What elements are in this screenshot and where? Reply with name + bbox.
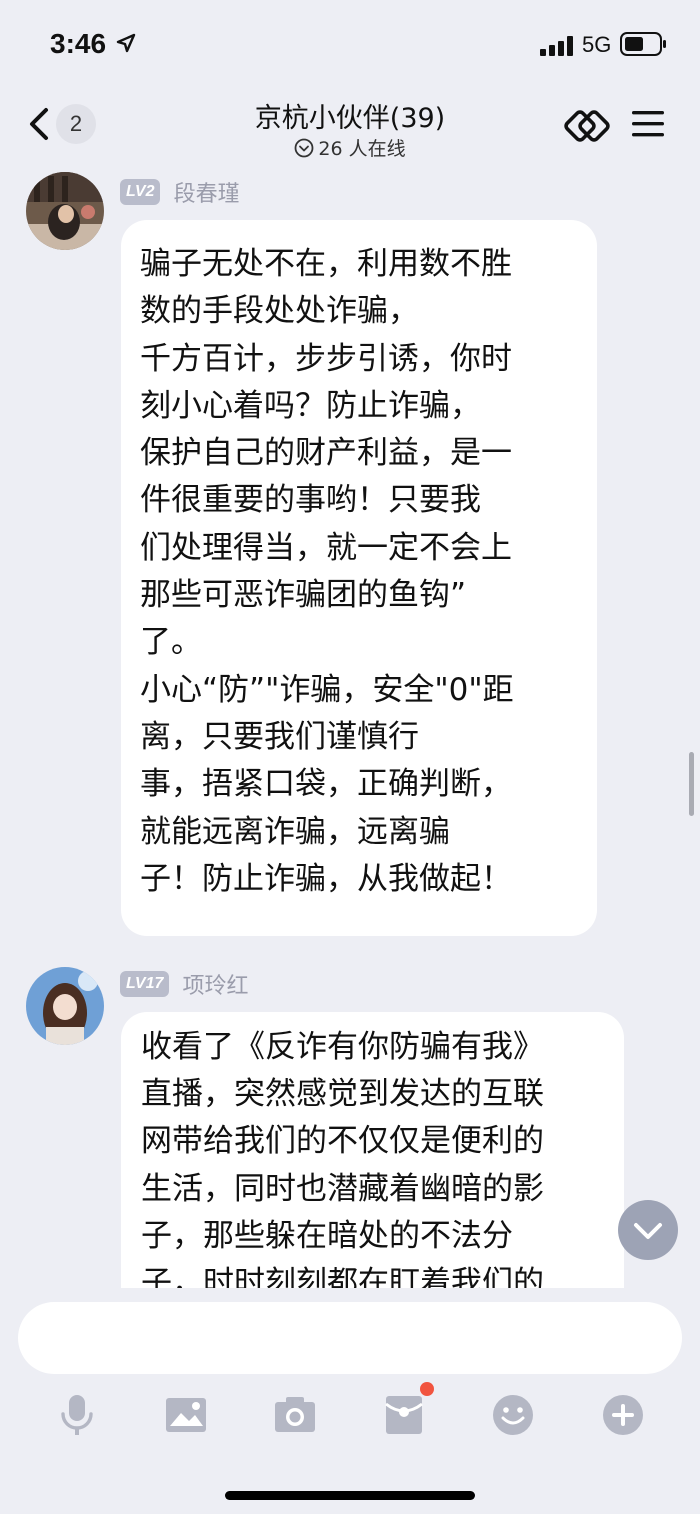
message-line: 事，捂紧口袋，正确判断， [140,766,512,803]
sender-info: LV2 段春瑾 [120,176,240,207]
message-line: 骗子无处不在，利用数不胜 [140,246,512,282]
home-indicator [225,1491,475,1500]
chevron-down-circle-icon [294,138,314,158]
sender-name[interactable]: 项玲红 [182,968,248,1000]
message-line: 网带给我们的不仅仅是便利的 [141,1123,544,1160]
message-line: 保护自己的财产利益，是一 [140,435,512,472]
sender-info: LV17 项玲红 [120,968,248,999]
message-clip: 收看了《反诈有你防骗有我》 直播，突然感觉到发达的互联 网带给我们的不仅仅是便利的生… [121,1012,624,1288]
message-line: 件很重要的事哟！只要我 [140,482,481,519]
chat-header: 2 京杭小伙伴(39) 26 人在线 [0,90,700,164]
battery-icon [620,32,666,56]
message-line: 离，只要我们谨慎行 [140,718,419,755]
input-area [0,1288,700,1514]
message-line: 子，那些躲在暗处的不法分 [141,1217,513,1254]
message-line: 了。 [140,624,202,661]
message-line: 数的手段处处诈骗， [140,293,419,330]
status-time: 3:46 [50,28,107,59]
level-badge: LV17 [120,971,170,997]
avatar[interactable] [26,967,104,1045]
online-count[interactable]: 26 人在线 [200,134,500,161]
avatar[interactable] [26,172,104,250]
camera-icon[interactable] [272,1392,318,1438]
message-text: 骗子无处不在，利用数不胜 数的手段处处诈骗， 千方百计，步步引诱，你时 刻小心着吗？防… [140,241,514,903]
message-line: 收看了《反诈有你防骗有我》 [141,1029,544,1065]
signal-icon [540,36,573,56]
network-type: 5G [582,32,612,57]
level-badge: LV2 [120,179,161,205]
message-text: 收看了《反诈有你防骗有我》 直播，突然感觉到发达的互联 网带给我们的不仅仅是便利的生… [141,1024,544,1288]
group-title[interactable]: 京杭小伙伴(39) [200,96,500,135]
unread-count-badge[interactable]: 2 [56,104,96,144]
message-line: 子，时时刻刻都在盯着我们的 [141,1265,544,1288]
message-line: 们处理得当，就一定不会上 [140,529,512,566]
message-bubble[interactable]: 收看了《反诈有你防骗有我》 直播，突然感觉到发达的互联 网带给我们的不仅仅是便利的生… [121,1012,624,1288]
sender-name[interactable]: 段春瑾 [174,176,240,208]
message-line: 生活，同时也潜藏着幽暗的影 [141,1170,544,1207]
message-line: 千方百计，步步引诱，你时 [140,340,512,377]
plus-icon[interactable] [600,1392,646,1438]
image-icon[interactable] [163,1392,209,1438]
message-line: 直播，突然感觉到发达的互联 [141,1076,544,1113]
status-bar: 3:46 5G [0,0,700,90]
online-count-label: 26 人在线 [318,138,406,160]
message-bubble[interactable]: 骗子无处不在，利用数不胜 数的手段处处诈骗， 千方百计，步步引诱，你时 刻小心着吗？防… [121,220,597,936]
mic-icon[interactable] [54,1392,100,1438]
message-line: 就能远离诈骗，远离骗 [140,813,450,850]
notification-dot [420,1382,434,1396]
message-line: 刻小心着吗？防止诈骗， [140,387,481,424]
scrollbar-thumb[interactable] [689,752,694,816]
emoji-icon[interactable] [490,1392,536,1438]
scroll-to-bottom-button[interactable] [618,1200,678,1260]
chevron-down-icon [634,1223,662,1239]
message-input[interactable] [18,1302,682,1374]
link-icon[interactable] [564,106,610,146]
message-line: 小心“防”"诈骗，安全"0"距 [140,671,514,708]
message-line: 子！防止诈骗，从我做起！ [140,860,512,897]
red-packet-icon[interactable] [381,1392,427,1438]
menu-icon[interactable] [630,108,666,140]
message-line: 那些可恶诈骗团的鱼钩” [140,577,467,614]
location-arrow-icon [116,33,136,53]
